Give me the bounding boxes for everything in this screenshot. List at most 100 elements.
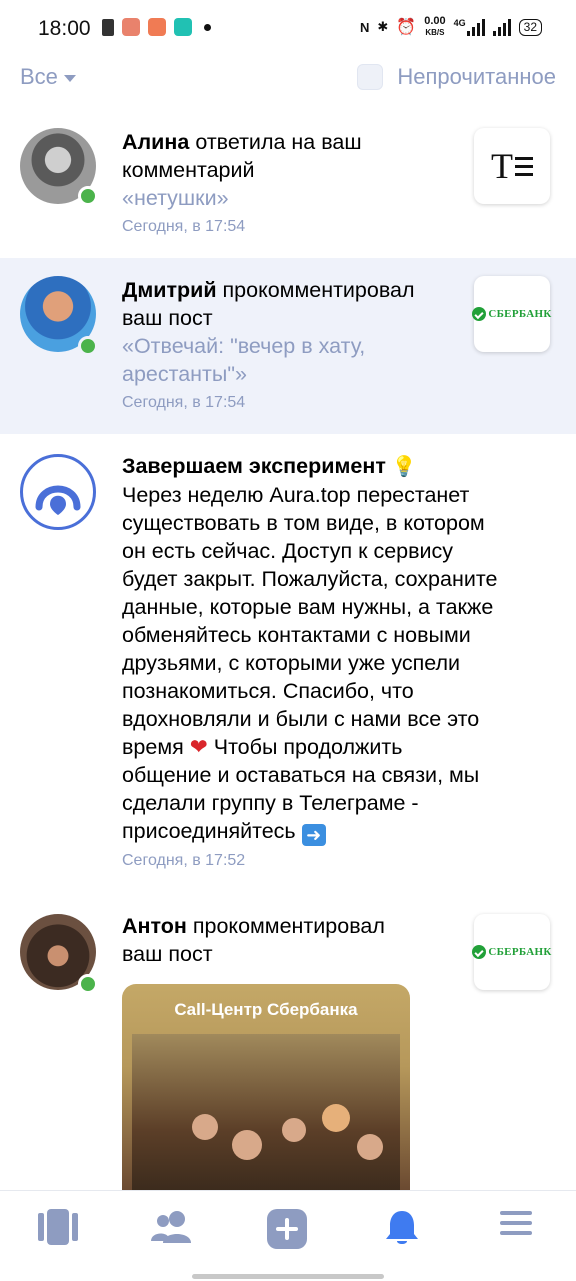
battery-icon: 32 (518, 18, 542, 36)
friends-icon (151, 1211, 191, 1243)
text-after-heart: Чтобы продолжить (207, 735, 403, 759)
sberbank-logo: СБЕРБАНК (472, 945, 551, 959)
user-name[interactable]: Дмитрий (122, 278, 217, 302)
notification-body: Дмитрий прокомментировал ваш пост «Отвеч… (122, 276, 462, 412)
nav-add[interactable] (257, 1209, 317, 1263)
nav-notifications[interactable] (372, 1209, 432, 1263)
comment-quote: «нетушки» (122, 186, 229, 210)
image-caption: Call-Центр Сбербанка (174, 1000, 358, 1019)
photo (132, 1034, 400, 1190)
comment-quote-line1: «Отвечай: "вечер в хату, (122, 334, 366, 358)
status-notification-icons (102, 18, 211, 36)
arrow-right-icon[interactable]: ➜ (301, 824, 326, 846)
notification-text: Антон прокомментировал (122, 912, 462, 940)
sberbank-logo-icon (472, 945, 487, 959)
action-text-cont: комментарий (122, 158, 255, 182)
notification-item[interactable]: Завершаем эксперимент 💡 Через неделю Aur… (0, 434, 576, 894)
comment-image[interactable]: Call-Центр Сбербанка (122, 984, 410, 1190)
filter-all-dropdown[interactable]: Все (20, 64, 76, 90)
brand-name: СБЕРБАНК (488, 946, 552, 958)
unread-checkbox[interactable] (357, 64, 384, 90)
menu-icon (500, 1211, 532, 1235)
user-name[interactable]: Алина (122, 130, 189, 154)
sim-icon (102, 18, 114, 36)
action-text: прокомментировал (186, 914, 385, 938)
announcement-line: существовать в том виде, в котором (122, 511, 485, 535)
action-text-cont: ваш пост (122, 942, 213, 966)
net-speed-value: 0.00 (424, 15, 446, 27)
status-time: 18:00 (38, 17, 91, 40)
photo-figure (232, 1130, 262, 1160)
announcement-line: время ❤ Чтобы продолжить (122, 733, 542, 761)
filter-all-label: Все (20, 64, 58, 89)
signal-4g-icon: 4G (454, 18, 485, 36)
signal-icon (492, 18, 511, 36)
action-text-cont: ваш пост (122, 306, 213, 330)
announcement-line: обменяйтесь контактами с новыми (122, 623, 471, 647)
photo-figure (282, 1118, 306, 1142)
status-bar: 18:00 N ✱ ⏰ 0.00 KB/S 4G 32 (0, 0, 576, 58)
notification-body: Антон прокомментировал ваш пост (122, 912, 462, 968)
action-text: прокомментировал (216, 278, 415, 302)
online-indicator (78, 974, 98, 994)
health-icon (122, 18, 140, 36)
announcement-title-text: Завершаем эксперимент (122, 454, 386, 478)
join-text: присоединяйтесь (122, 819, 302, 843)
shield-app-icon (174, 18, 192, 36)
aura-logo-icon (35, 485, 81, 515)
sberbank-logo: СБЕРБАНК (472, 307, 551, 321)
nfc-icon: N (359, 19, 370, 35)
unread-filter[interactable]: Непрочитанное (357, 64, 556, 90)
notifications-icon (386, 1211, 418, 1244)
nav-friends[interactable] (142, 1209, 202, 1263)
notification-text: Алина ответила на ваш (122, 128, 462, 156)
comment-quote-line2: арестанты"» (122, 362, 247, 386)
add-icon (267, 1209, 307, 1249)
status-system-icons: N ✱ ⏰ 0.00 KB/S 4G 32 (360, 16, 542, 38)
post-thumbnail[interactable]: T (474, 128, 550, 204)
notification-item[interactable]: Дмитрий прокомментировал ваш пост «Отвеч… (0, 258, 576, 434)
bottom-navigation (0, 1190, 576, 1281)
lightbulb-icon: 💡 (391, 456, 417, 478)
more-notifications-icon (204, 23, 211, 31)
bluetooth-icon: ✱ (377, 19, 389, 34)
action-text: ответила на ваш (189, 130, 362, 154)
timestamp: Сегодня, в 17:52 (122, 852, 246, 869)
heart-icon: ❤ (189, 735, 208, 759)
photo-figure (357, 1134, 383, 1160)
announcement-line: будет закрыт. Пожалуйста, сохраните (122, 567, 498, 591)
post-thumbnail[interactable]: СБЕРБАНК (472, 276, 551, 352)
notification-body: Алина ответила на ваш комментарий «нетуш… (122, 128, 462, 236)
home-indicator[interactable] (192, 1274, 384, 1279)
sberbank-logo-icon (472, 307, 487, 321)
timestamp: Сегодня, в 17:54 (122, 394, 246, 411)
text-before-heart: время (122, 735, 184, 759)
announcement-line: общение и оставаться на связи, мы (122, 763, 480, 787)
online-indicator (78, 186, 98, 206)
announcement-line: сделали группу в Телеграме - (122, 791, 419, 815)
filter-bar: Все Непрочитанное (0, 58, 576, 98)
announcement-line: присоединяйтесь ➜ (122, 817, 542, 846)
notification-item[interactable]: Алина ответила на ваш комментарий «нетуш… (0, 110, 576, 258)
announcement-line: данные, которые вам нужны, а также (122, 595, 494, 619)
nav-menu[interactable] (486, 1209, 546, 1263)
photo-figure (322, 1104, 350, 1132)
post-thumbnail[interactable]: СБЕРБАНК (472, 914, 551, 990)
notification-body: Завершаем эксперимент 💡 Через неделю Aur… (122, 452, 542, 870)
network-type: 4G (453, 18, 466, 28)
unread-label: Непрочитанное (397, 64, 556, 89)
aura-avatar[interactable] (20, 454, 96, 530)
timestamp: Сегодня, в 17:54 (122, 218, 246, 235)
photo-figure (192, 1114, 218, 1140)
chevron-down-icon (63, 75, 76, 82)
announcement-line: познакомиться. Спасибо, что (122, 679, 414, 703)
feed-icon (38, 1209, 78, 1245)
net-speed: 0.00 KB/S (424, 16, 445, 38)
announcement-line: Через неделю Aura.top перестанет (122, 483, 470, 507)
announcement-title: Завершаем эксперимент 💡 (122, 452, 542, 481)
net-speed-unit: KB/S (425, 28, 445, 37)
online-indicator (78, 336, 98, 356)
nav-feed[interactable] (28, 1209, 88, 1263)
alarm-icon: ⏰ (396, 19, 417, 36)
user-name[interactable]: Антон (122, 914, 187, 938)
